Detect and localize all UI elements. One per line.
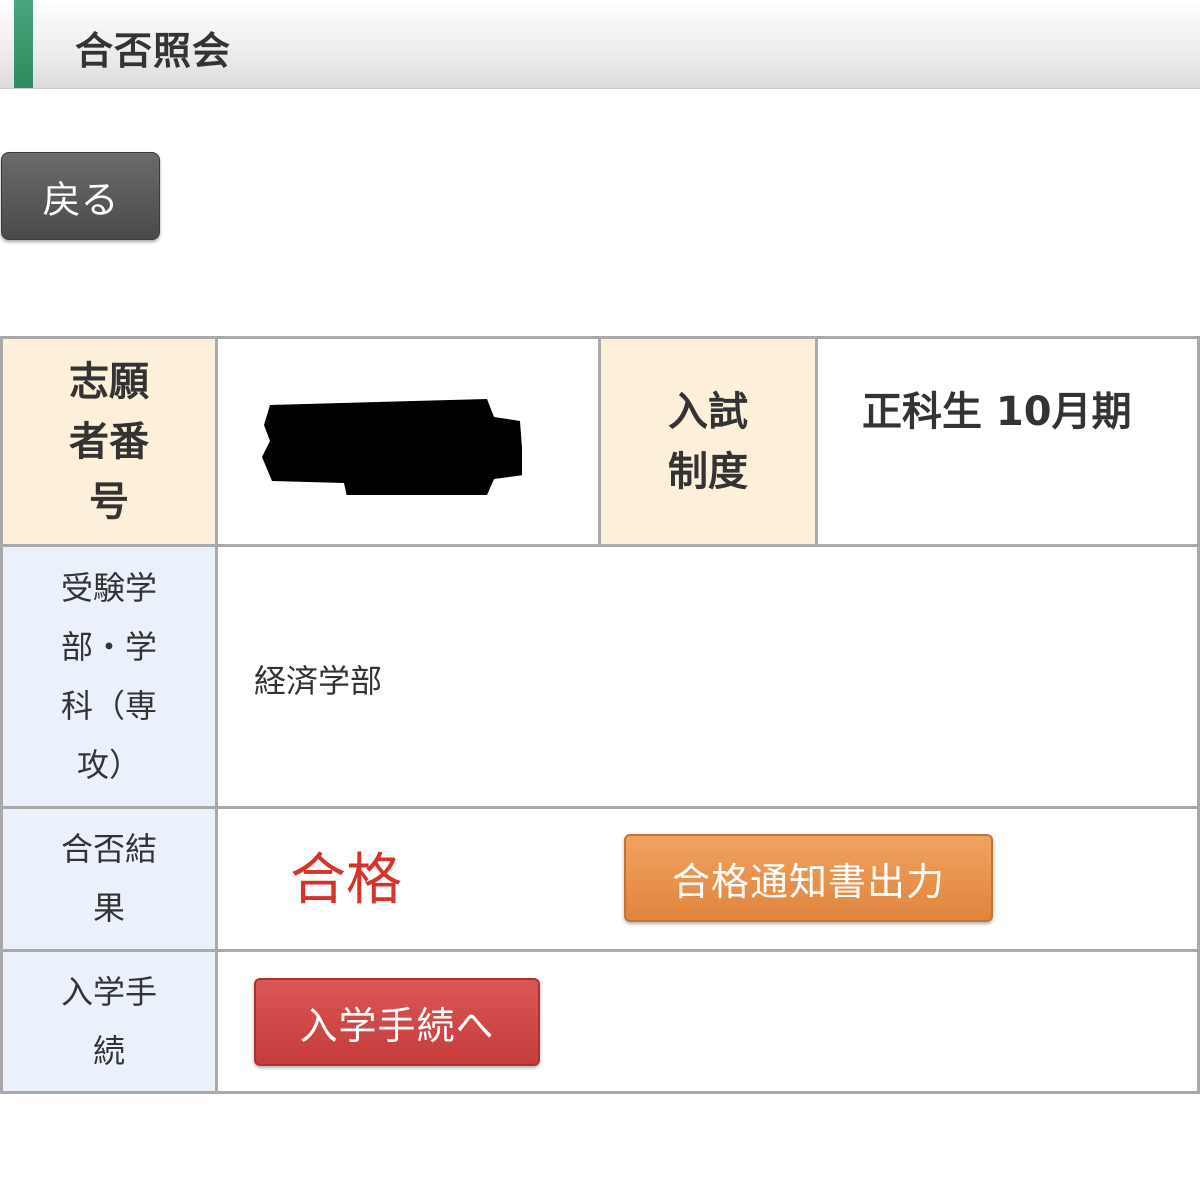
department-label-text: 受験学部・学科（専攻） — [60, 568, 157, 784]
admission-system-value: 正科生 10月期 — [862, 389, 1132, 435]
page-title: 合否照会 — [75, 29, 232, 73]
redacted-applicant-number — [262, 399, 522, 495]
enrollment-label: 入学手続 — [0, 949, 218, 1094]
enrollment-label-text: 入学手続 — [60, 972, 157, 1070]
page-header: 合否照会 — [0, 0, 1200, 89]
result-label: 合否結果 — [0, 806, 218, 952]
applicant-number-label: 志願者番号 — [0, 336, 218, 547]
applicant-number-label-text: 志願者番号 — [69, 358, 149, 525]
department-value: 経済学部 — [254, 662, 383, 700]
department-label: 受験学部・学科（専攻） — [0, 544, 218, 809]
print-acceptance-notice-button[interactable]: 合格通知書出力 — [624, 834, 993, 922]
enrollment-procedure-button[interactable]: 入学手続へ — [254, 978, 540, 1066]
back-button[interactable]: 戻る — [1, 152, 160, 240]
header-accent-bar — [14, 0, 33, 88]
admission-system-label-text: 入試制度 — [668, 388, 748, 495]
result-label-text: 合否結果 — [60, 830, 157, 927]
admission-system-label: 入試制度 — [598, 336, 818, 547]
result-value: 合格 — [290, 848, 402, 913]
